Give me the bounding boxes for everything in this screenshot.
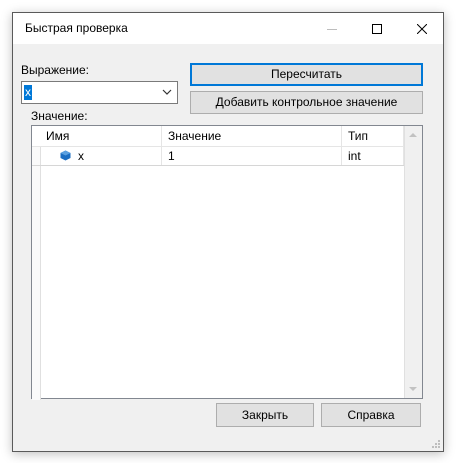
resize-grip-icon[interactable] [431, 439, 441, 449]
column-header-type[interactable]: Тип [342, 126, 404, 146]
scroll-up-icon[interactable] [409, 131, 417, 139]
cell-value: 1 [162, 147, 342, 165]
close-window-button[interactable] [399, 13, 444, 44]
vertical-scrollbar[interactable] [404, 126, 422, 398]
expression-value[interactable]: x [24, 85, 32, 100]
title-bar: Быстрая проверка [13, 13, 443, 44]
variable-icon [60, 150, 71, 161]
close-icon [416, 23, 427, 34]
grid-header: Имя Значение Тип [32, 126, 404, 147]
quick-watch-dialog: Быстрая проверка Выражение: x Пересчитат… [12, 12, 444, 452]
minimize-icon [326, 28, 337, 30]
row-gutter [32, 126, 41, 400]
value-label: Значение: [31, 109, 88, 123]
cell-type: int [342, 147, 404, 165]
close-button[interactable]: Закрыть [216, 403, 314, 427]
add-watch-button[interactable]: Добавить контрольное значение [190, 91, 423, 114]
column-header-value[interactable]: Значение [162, 126, 342, 146]
table-row[interactable]: x 1 int [32, 147, 404, 166]
scroll-down-icon[interactable] [409, 385, 417, 393]
maximize-button[interactable] [354, 13, 399, 44]
help-button[interactable]: Справка [321, 403, 421, 427]
column-header-name[interactable]: Имя [40, 126, 162, 146]
recalculate-button[interactable]: Пересчитать [190, 63, 423, 86]
variable-name: x [78, 149, 84, 163]
cell-name: x [40, 147, 162, 165]
expression-label: Выражение: [21, 63, 90, 77]
window-title: Быстрая проверка [25, 21, 128, 35]
chevron-down-icon[interactable] [162, 86, 172, 98]
maximize-icon [371, 23, 382, 34]
value-grid[interactable]: Имя Значение Тип x 1 int [31, 125, 423, 400]
expression-combobox[interactable]: x [21, 81, 178, 104]
minimize-button[interactable] [309, 13, 354, 44]
